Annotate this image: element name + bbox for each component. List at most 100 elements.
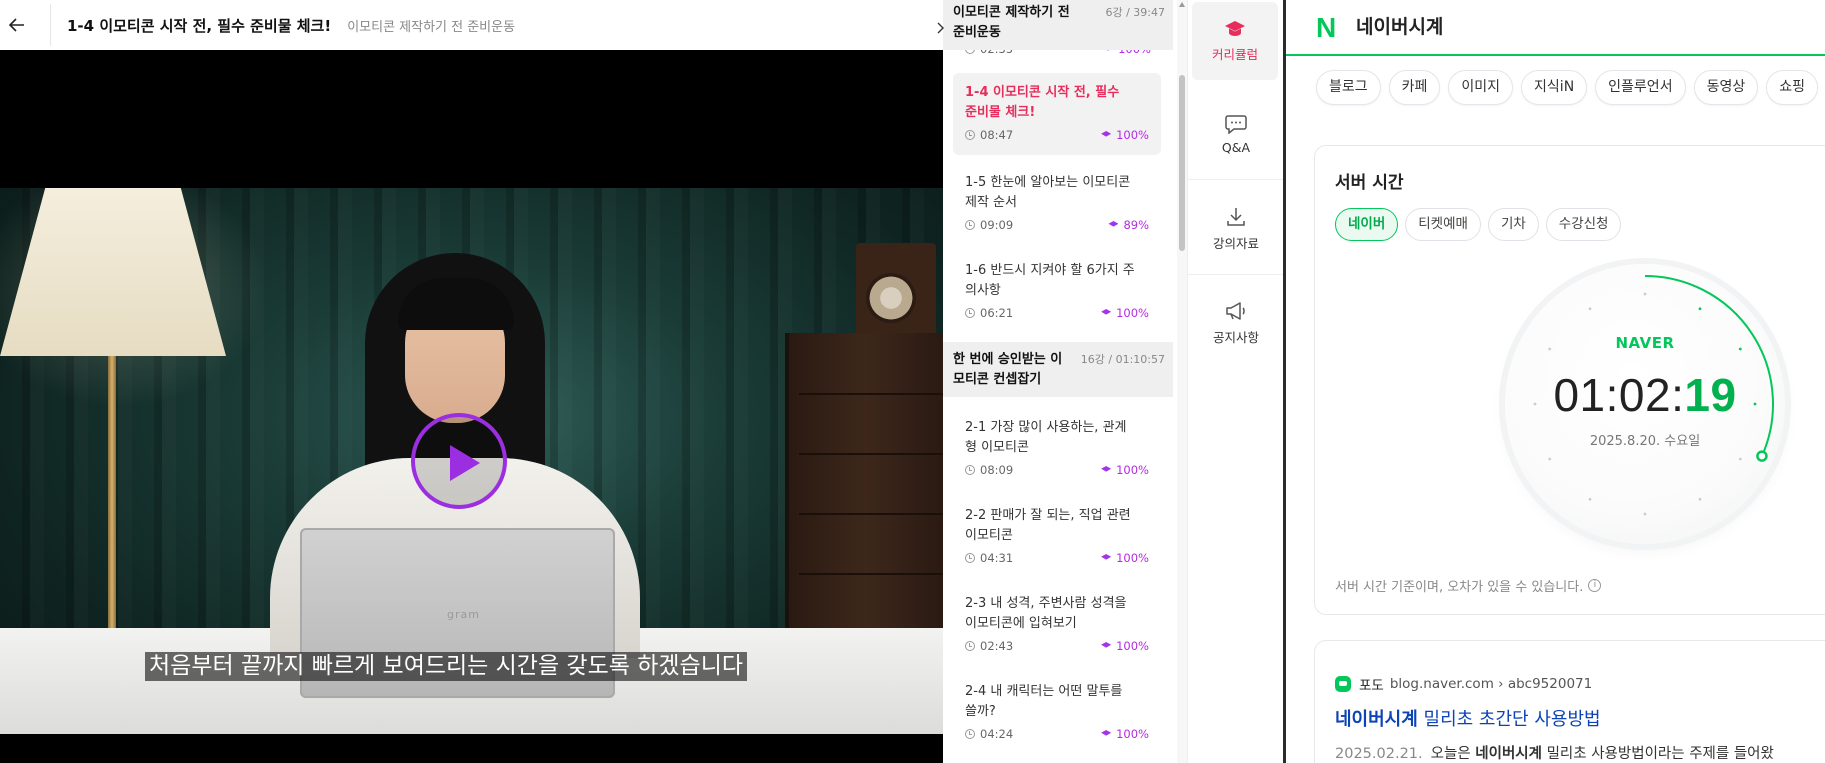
tab-cafe[interactable]: 카페: [1388, 70, 1441, 105]
server-time-card: 서버 시간 네이버 티켓예매 기차 수강신청 NAVER 01:02:19 20…: [1314, 145, 1825, 615]
server-time: 01:02:19: [1505, 368, 1785, 422]
list-item[interactable]: 1-6 반드시 지켜야 할 6가지 주의사항 06:21 100%: [953, 251, 1161, 333]
tab-influencer[interactable]: 인플루언서: [1595, 70, 1686, 105]
section-title: 이모티콘 제작하기 전 준비운동: [953, 5, 1070, 40]
list-item[interactable]: 2-3 내 성격, 주변사람 성격을 이모티콘에 입혀보기 02:43 100%: [953, 584, 1161, 666]
item-title: 2-2 판매가 잘 되는, 직업 관련 이모티콘: [965, 508, 1131, 543]
info-icon[interactable]: i: [1588, 579, 1602, 592]
dial-tick: [1643, 292, 1647, 296]
item-meta: 08:09 100%: [965, 463, 1149, 477]
item-progress: 100%: [1116, 551, 1149, 565]
naver-logo[interactable]: N: [1316, 12, 1336, 44]
item-title: 2-4 내 캐릭터는 어떤 말투를 쓸까?: [965, 684, 1123, 719]
play-button[interactable]: [411, 413, 507, 509]
progress-icon: [1101, 554, 1112, 560]
curriculum-scrollbar[interactable]: [1177, 0, 1187, 763]
arrow-left-icon: [9, 18, 24, 32]
dial-tick: [1548, 457, 1552, 461]
list-item[interactable]: 2-1 가장 많이 사용하는, 관계형 이모티콘 08:09 100%: [953, 408, 1161, 490]
laptop-brand: gram: [447, 608, 480, 621]
result-title-link[interactable]: 네이버시계 밀리초 초간단 사용방법: [1335, 705, 1601, 731]
nav-qna[interactable]: Q&A: [1188, 90, 1284, 180]
tab-shopping[interactable]: 쇼핑: [1766, 70, 1818, 105]
item-meta: 06:21 100%: [965, 306, 1149, 320]
clock-icon: [965, 465, 975, 475]
item-duration: 02:43: [980, 639, 1014, 653]
megaphone-icon: [1226, 301, 1245, 320]
chip-course[interactable]: 수강신청: [1545, 208, 1622, 241]
screen: 1-4 이모티콘 시작 전, 필수 준비물 체크! 이모티콘 제작하기 전 준비…: [0, 0, 1825, 763]
search-query-title: 네이버시계: [1356, 16, 1444, 38]
tab-image[interactable]: 이미지: [1448, 70, 1514, 105]
tab-video[interactable]: 동영상: [1693, 70, 1759, 105]
item-duration: 04:31: [980, 551, 1014, 565]
item-meta: 04:24 100%: [965, 727, 1149, 741]
item-duration: 04:24: [980, 727, 1014, 741]
source-name: 포도: [1359, 678, 1384, 694]
section-subtitle: 이모티콘 제작하기 전 준비운동: [347, 19, 516, 35]
item-duration: 08:09: [980, 463, 1014, 477]
tab-kin[interactable]: 지식iN: [1521, 70, 1588, 105]
list-item[interactable]: 2-2 판매가 잘 되는, 직업 관련 이모티콘 04:31 100%: [953, 496, 1161, 578]
list-item[interactable]: 2-4 내 캐릭터는 어떤 말투를 쓸까? 04:24 100%: [953, 672, 1161, 754]
progress-icon: [1101, 466, 1112, 472]
item-progress: 100%: [1116, 727, 1149, 741]
progress-icon: [1101, 309, 1112, 315]
back-button[interactable]: [0, 0, 34, 50]
item-progress: 100%: [1116, 463, 1149, 477]
result-date: 2025.02.21.: [1335, 746, 1423, 762]
result-source[interactable]: 포도 blog.naver.com › abc9520071: [1335, 674, 1592, 694]
card-title: 서버 시간: [1335, 173, 1404, 193]
item-meta: 08:47 100%: [965, 128, 1149, 142]
chip-ticket[interactable]: 티켓예매: [1405, 208, 1481, 241]
clock-icon: [965, 729, 975, 739]
phone-dial: [866, 273, 916, 323]
chip-naver[interactable]: 네이버: [1335, 208, 1399, 241]
nav-materials[interactable]: 강의자료: [1188, 185, 1284, 275]
item-meta: 04:31 100%: [965, 551, 1149, 565]
item-title: 1-6 반드시 지켜야 할 6가지 주의사항: [965, 263, 1135, 298]
dial-brand: NAVER: [1615, 334, 1675, 352]
scroll-up-arrow[interactable]: [1179, 2, 1185, 7]
section-title: 한 번에 승인받는 이모티콘 컨셉잡기: [953, 352, 1063, 387]
dial-tick: [1738, 457, 1742, 461]
collapse-panel-button[interactable]: [931, 16, 949, 40]
item-meta: 09:09 89%: [965, 218, 1149, 232]
section-header[interactable]: 이모티콘 제작하기 전 준비운동 6강 / 39:47: [943, 0, 1173, 50]
chevron-right-icon: [937, 22, 944, 34]
server-chips: 네이버 티켓예매 기차 수강신청: [1335, 208, 1622, 241]
chat-bubble-icon: [1225, 115, 1247, 134]
result-snippet: 2025.02.21. 오늘은 네이버시계 밀리초 사용방법이라는 주제를 들어왔: [1335, 746, 1774, 762]
section-header[interactable]: 한 번에 승인받는 이모티콘 컨셉잡기 16강 / 01:10:57: [943, 342, 1173, 397]
item-duration: 06:21: [980, 306, 1014, 320]
naver-search-window: N 네이버시계 블로그 카페 이미지 지식iN 인플루언서 동영상 쇼핑 서버 …: [1286, 0, 1825, 763]
graduation-cap-icon: [1225, 20, 1245, 36]
list-item[interactable]: 1-4 이모티콘 시작 전, 필수 준비물 체크! 08:47 100%: [953, 73, 1161, 155]
server-date: 2025.8.20. 수요일: [1589, 434, 1701, 449]
side-nav: 커리큘럼 Q&A 강의자료 공지사항: [1187, 0, 1284, 763]
video-player: 1-4 이모티콘 시작 전, 필수 준비물 체크! 이모티콘 제작하기 전 준비…: [0, 0, 943, 763]
search-tabs: 블로그 카페 이미지 지식iN 인플루언서 동영상 쇼핑: [1316, 70, 1818, 105]
clock-icon: [965, 641, 975, 651]
scroll-thumb[interactable]: [1179, 75, 1185, 251]
blog-source-icon: [1335, 676, 1351, 692]
chip-train[interactable]: 기차: [1487, 208, 1539, 241]
play-icon: [450, 445, 480, 481]
lecture-title: 1-4 이모티콘 시작 전, 필수 준비물 체크!: [67, 16, 332, 35]
list-item[interactable]: 1-5 한눈에 알아보는 이모티콘 제작 순서 09:09 89%: [953, 163, 1161, 245]
tab-blog[interactable]: 블로그: [1316, 70, 1381, 105]
naver-header: N 네이버시계: [1286, 0, 1825, 56]
dial-tick: [1643, 512, 1647, 516]
clock-icon: [965, 553, 975, 563]
nav-label: 강의자료: [1212, 236, 1259, 251]
time-hours-minutes: 01:02:: [1553, 369, 1685, 421]
search-result: 포도 blog.naver.com › abc9520071 네이버시계 밀리초…: [1314, 640, 1825, 763]
progress-icon: [1101, 730, 1112, 736]
item-meta: 02:43 100%: [965, 639, 1149, 653]
nav-notice[interactable]: 공지사항: [1188, 278, 1284, 368]
curriculum-list: 02:35 100% 이모티콘 제작하기 전 준비운동 6강 / 39:47 1…: [943, 0, 1175, 763]
seconds-marker: [1756, 450, 1768, 462]
item-duration: 08:47: [980, 128, 1014, 142]
nav-curriculum[interactable]: 커리큘럼: [1192, 2, 1278, 80]
clock-dial: NAVER 01:02:19 2025.8.20. 수요일: [1505, 264, 1785, 544]
